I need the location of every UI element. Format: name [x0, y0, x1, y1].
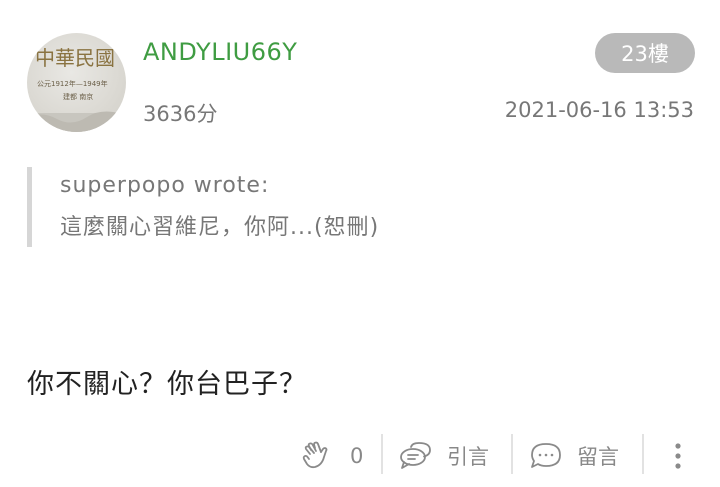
action-divider: [642, 434, 644, 474]
clap-icon: [302, 440, 332, 472]
action-divider: [381, 434, 383, 474]
user-score: 3636分: [143, 102, 218, 126]
quote-label: 引言: [447, 445, 489, 469]
post-timestamp: 2021-06-16 13:53: [504, 98, 694, 122]
like-count: 0: [350, 444, 364, 468]
avatar-title-text: 中華民國: [35, 46, 115, 70]
avatar-line1-text: 公元1912年—1949年: [37, 79, 108, 88]
action-divider: [511, 434, 513, 474]
like-button[interactable]: 0: [302, 432, 363, 480]
quote-author: superpopo wrote:: [60, 173, 270, 198]
quote-button[interactable]: 引言: [399, 432, 489, 480]
username-link[interactable]: ANDYLIU66Y: [143, 38, 297, 66]
post-actions: 0 引言 留言: [0, 432, 720, 480]
comment-bubble-icon: [529, 441, 563, 471]
floor-badge: 23樓: [595, 33, 695, 73]
quote-block: superpopo wrote: 這麼關心習維尼，你阿...(恕刪): [27, 167, 672, 247]
more-vertical-icon: [668, 440, 688, 472]
comment-label: 留言: [577, 445, 619, 469]
quote-speech-icon: [399, 441, 433, 471]
avatar-image: 中華民國 公元1912年—1949年 建都 南京: [27, 46, 126, 132]
more-options-button[interactable]: [668, 432, 688, 480]
comment-button[interactable]: 留言: [529, 432, 619, 480]
avatar-line2-text: 建都 南京: [63, 92, 93, 101]
avatar[interactable]: 中華民國 公元1912年—1949年 建都 南京: [27, 33, 126, 132]
post-body: 你不關心？你台巴子？: [27, 369, 307, 400]
quote-text: 這麼關心習維尼，你阿...(恕刪): [60, 215, 380, 240]
